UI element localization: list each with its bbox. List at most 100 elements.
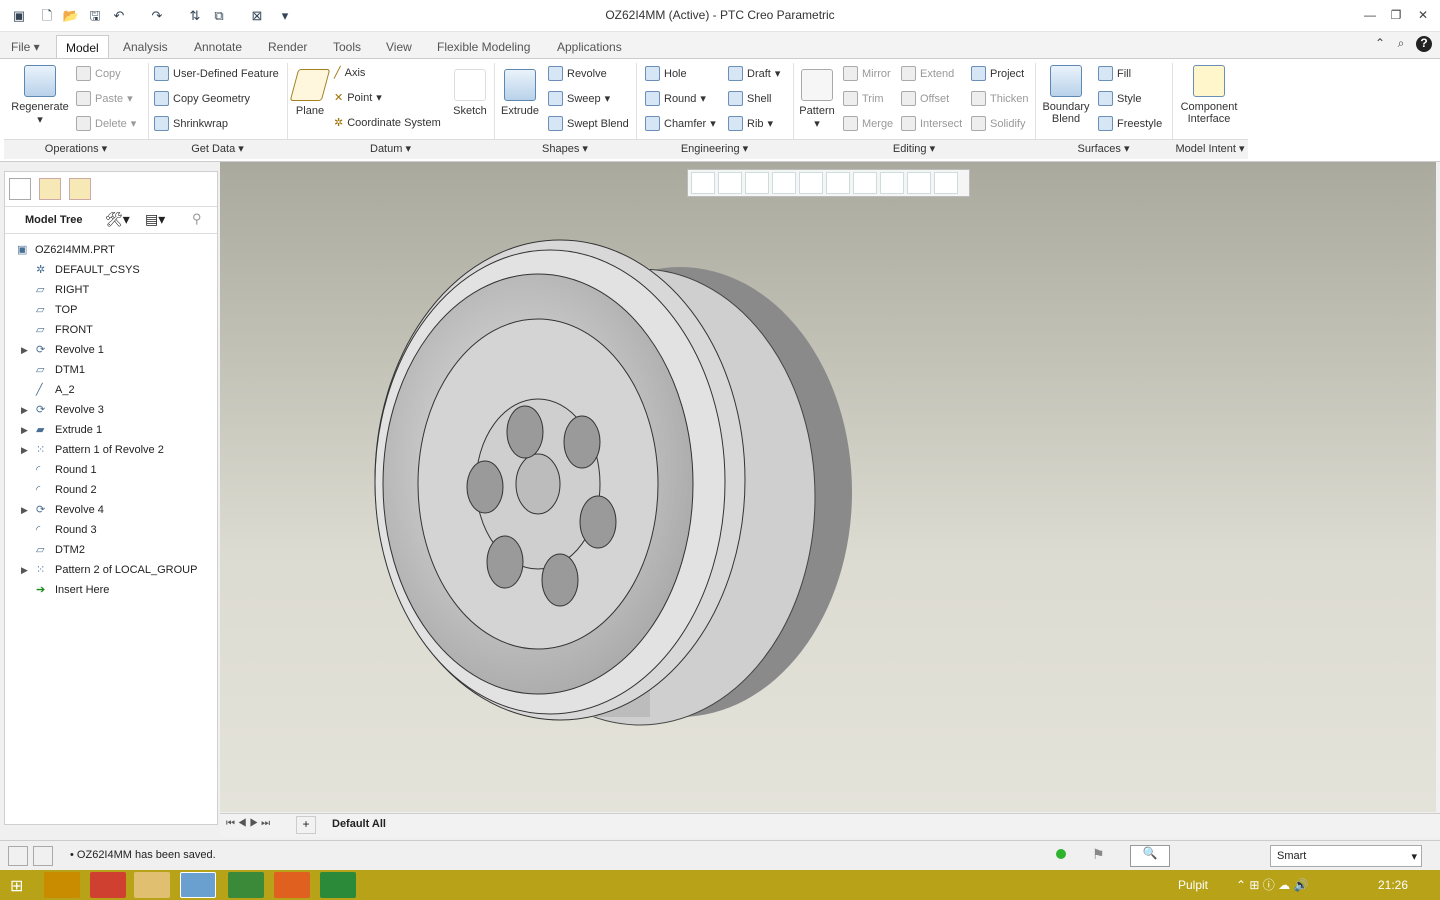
- style-button[interactable]: Style: [1098, 91, 1141, 106]
- show-icon[interactable]: ▤▾: [145, 211, 165, 228]
- tab-model[interactable]: Model: [56, 35, 109, 59]
- view-manager-icon[interactable]: [853, 172, 877, 194]
- shrinkwrap-button[interactable]: Shrinkwrap: [154, 116, 228, 131]
- solidify-button[interactable]: Solidify: [971, 116, 1025, 131]
- tree-item[interactable]: ◜ Round 3: [5, 520, 215, 540]
- offset-button[interactable]: Offset: [901, 91, 949, 106]
- group-model-intent[interactable]: Model Intent ▾: [1172, 139, 1248, 159]
- tree-item[interactable]: ◜ Round 2: [5, 480, 215, 500]
- tab-view[interactable]: View: [377, 35, 421, 59]
- find-icon[interactable]: 🔍: [1130, 845, 1170, 867]
- datum-display-icon[interactable]: [880, 172, 904, 194]
- delete-button[interactable]: Delete ▾: [76, 116, 136, 131]
- creo-taskbar-icon[interactable]: [180, 872, 216, 898]
- draft-button[interactable]: Draft ▾: [728, 66, 780, 81]
- tree-item[interactable]: ▶ ⟳ Revolve 3: [5, 400, 215, 420]
- tree-item[interactable]: ◜ Round 1: [5, 460, 215, 480]
- zoom-out-icon[interactable]: [745, 172, 769, 194]
- coordinate-system-button[interactable]: ✲ Coordinate System: [334, 116, 441, 130]
- freestyle-button[interactable]: Freestyle: [1098, 116, 1162, 131]
- display-style-icon[interactable]: [799, 172, 823, 194]
- sketch-button[interactable]: Sketch: [450, 69, 490, 117]
- file-explorer-icon[interactable]: [134, 872, 170, 898]
- nav-arrows-icon[interactable]: ⏮ ◀ ▶ ⏭: [226, 818, 270, 829]
- collapse-ribbon-icon[interactable]: ⌃: [1372, 36, 1388, 52]
- tree-item[interactable]: ▶ ⁙ Pattern 1 of Revolve 2: [5, 440, 215, 460]
- spin-center-icon[interactable]: [934, 172, 958, 194]
- tree-item[interactable]: ▶ ▰ Extrude 1: [5, 420, 215, 440]
- search-icon[interactable]: ⌕: [1393, 36, 1409, 52]
- filter-icon[interactable]: ⚲: [192, 211, 202, 227]
- windows-start-icon[interactable]: ⊞: [10, 876, 23, 896]
- settings-icon[interactable]: 🛠▾: [105, 211, 130, 228]
- group-surfaces[interactable]: Surfaces ▾: [1035, 139, 1172, 159]
- selection-filter-select[interactable]: Smart ▾: [1270, 845, 1422, 867]
- tree-item[interactable]: ▱ TOP: [5, 300, 215, 320]
- pulpit-label[interactable]: Pulpit: [1178, 878, 1208, 892]
- copy-geometry-button[interactable]: Copy Geometry: [154, 91, 250, 106]
- tab-file[interactable]: File ▾: [2, 35, 49, 59]
- paste-button[interactable]: Paste ▾: [76, 91, 133, 106]
- help-icon[interactable]: ?: [1416, 36, 1432, 52]
- axis-button[interactable]: ╱ Axis: [334, 66, 365, 80]
- extend-button[interactable]: Extend: [901, 66, 954, 81]
- tree-item[interactable]: ▱ DTM2: [5, 540, 215, 560]
- udf-button[interactable]: User-Defined Feature: [154, 66, 279, 81]
- model-tree-tab-icon[interactable]: [9, 178, 31, 200]
- shell-button[interactable]: Shell: [728, 91, 771, 106]
- swept-blend-button[interactable]: Swept Blend: [548, 116, 629, 131]
- favorites-tab-icon[interactable]: [69, 178, 91, 200]
- chrome-icon[interactable]: [90, 872, 126, 898]
- point-button[interactable]: ✕ Point ▾: [334, 91, 382, 105]
- tab-flexible-modeling[interactable]: Flexible Modeling: [428, 35, 539, 59]
- minimize-icon[interactable]: —: [1362, 8, 1378, 24]
- revolve-button[interactable]: Revolve: [548, 66, 607, 81]
- fill-button[interactable]: Fill: [1098, 66, 1131, 81]
- plane-button[interactable]: Plane: [289, 69, 331, 117]
- tree-item[interactable]: ➔ Insert Here: [5, 580, 215, 600]
- spreadsheet-icon[interactable]: [320, 872, 356, 898]
- expand-arrow-icon[interactable]: ▶: [21, 340, 31, 360]
- project-button[interactable]: Project: [971, 66, 1024, 81]
- tab-annotate[interactable]: Annotate: [185, 35, 251, 59]
- intersect-button[interactable]: Intersect: [901, 116, 962, 131]
- restore-icon[interactable]: ❐: [1388, 8, 1404, 24]
- add-layer-icon[interactable]: +: [296, 816, 316, 834]
- component-interface-button[interactable]: Component Interface: [1176, 65, 1242, 125]
- group-operations[interactable]: Operations ▾: [4, 139, 148, 159]
- repaint-icon[interactable]: [772, 172, 796, 194]
- default-all-tab[interactable]: Default All: [332, 818, 386, 830]
- expand-arrow-icon[interactable]: ▶: [21, 560, 31, 580]
- regenerate-button[interactable]: Regenerate ▾: [6, 65, 74, 126]
- expand-arrow-icon[interactable]: ▶: [21, 420, 31, 440]
- group-engineering[interactable]: Engineering ▾: [636, 139, 793, 159]
- sun-app-icon[interactable]: [274, 872, 310, 898]
- rib-button[interactable]: Rib ▾: [728, 116, 773, 131]
- annotation-display-icon[interactable]: [907, 172, 931, 194]
- mirror-button[interactable]: Mirror: [843, 66, 891, 81]
- expand-arrow-icon[interactable]: ▶: [21, 440, 31, 460]
- graphics-viewport[interactable]: [220, 162, 1436, 812]
- saved-orientations-icon[interactable]: [826, 172, 850, 194]
- calculator-app-icon[interactable]: [228, 872, 264, 898]
- tree-item[interactable]: ✲ DEFAULT_CSYS: [5, 260, 215, 280]
- refit-icon[interactable]: [691, 172, 715, 194]
- sweep-button[interactable]: Sweep ▾: [548, 91, 610, 106]
- thicken-button[interactable]: Thicken: [971, 91, 1029, 106]
- round-button[interactable]: Round ▾: [645, 91, 706, 106]
- tree-item[interactable]: ▱ DTM1: [5, 360, 215, 380]
- expand-arrow-icon[interactable]: ▶: [21, 400, 31, 420]
- tray-icons[interactable]: ⌃ ⊞ ⓘ ☁ 🔊: [1236, 876, 1308, 893]
- tab-render[interactable]: Render: [259, 35, 316, 59]
- copy-button[interactable]: Copy: [76, 66, 121, 81]
- group-shapes[interactable]: Shapes ▾: [494, 139, 636, 159]
- tree-item[interactable]: ▱ FRONT: [5, 320, 215, 340]
- tree-item[interactable]: ▶ ⟳ Revolve 4: [5, 500, 215, 520]
- trim-button[interactable]: Trim: [843, 91, 884, 106]
- tab-analysis[interactable]: Analysis: [114, 35, 177, 59]
- tree-item[interactable]: ╱ A_2: [5, 380, 215, 400]
- group-editing[interactable]: Editing ▾: [793, 139, 1035, 159]
- extrude-button[interactable]: Extrude: [498, 69, 542, 117]
- pattern-button[interactable]: Pattern ▾: [797, 69, 837, 130]
- close-icon[interactable]: ✕: [1415, 8, 1431, 24]
